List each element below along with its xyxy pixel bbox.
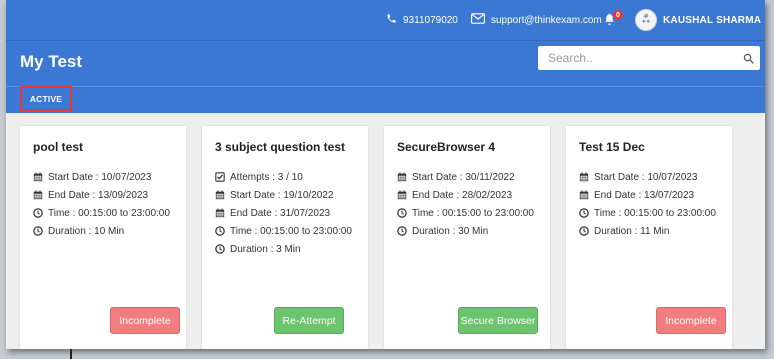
- test-card: Test 15 Dec Start Date : 10/07/2023 End Da…: [566, 126, 732, 349]
- test-detail-row: Duration : 30 Min: [397, 222, 537, 240]
- test-detail-row: End Date : 31/07/2023: [215, 204, 355, 222]
- test-detail-row: Start Date : 10/07/2023: [33, 168, 173, 186]
- page-title: My Test: [20, 52, 83, 71]
- clock-icon: [579, 208, 589, 218]
- test-card: 3 subject question test Attempts : 3 / 10…: [202, 126, 368, 349]
- phone-number: 9311079020: [403, 14, 458, 26]
- user-menu[interactable]: ॐ ✦✦ KAUSHAL SHARMA: [635, 0, 761, 40]
- test-detail-text: Time : 00:15:00 to 23:00:00: [230, 225, 352, 237]
- test-detail-text: Duration : 11 Min: [594, 225, 670, 237]
- test-title: SecureBrowser 4: [397, 140, 496, 154]
- test-card: SecureBrowser 4 Start Date : 30/11/2022 En…: [384, 126, 550, 349]
- test-detail-text: Duration : 30 Min: [412, 225, 489, 237]
- secure-browser-button[interactable]: Secure Browser: [458, 307, 538, 334]
- calendar-icon: [33, 190, 43, 200]
- re-attempt-button[interactable]: Re-Attempt: [274, 307, 344, 334]
- test-detail-row: Start Date : 19/10/2022: [215, 186, 355, 204]
- tab-bar: [6, 86, 765, 113]
- test-detail-row: End Date : 13/07/2023: [579, 186, 719, 204]
- checkbox-icon: [215, 172, 225, 182]
- test-detail-row: Time : 00:15:00 to 23:00:00: [33, 204, 173, 222]
- test-detail-text: Start Date : 10/07/2023: [594, 171, 698, 183]
- clock-icon: [33, 208, 43, 218]
- test-detail-text: Attempts : 3 / 10: [230, 171, 303, 183]
- test-detail-text: Time : 00:15:00 to 23:00:00: [412, 207, 534, 219]
- test-detail-row: Attempts : 3 / 10: [215, 168, 355, 186]
- search-input[interactable]: [538, 46, 736, 70]
- search-box[interactable]: [538, 46, 760, 70]
- incomplete-button[interactable]: Incomplete: [110, 307, 180, 334]
- notification-badge: 0: [613, 10, 623, 20]
- test-detail-text: Time : 00:15:00 to 23:00:00: [594, 207, 716, 219]
- test-detail-text: Start Date : 10/07/2023: [48, 171, 152, 183]
- app-frame: 9311079020 support@thinkexam.com 0 ॐ ✦✦ K…: [6, 0, 765, 349]
- test-title: pool test: [33, 140, 83, 154]
- calendar-icon: [397, 190, 407, 200]
- test-detail-row: Duration : 10 Min: [33, 222, 173, 240]
- envelope-icon: [471, 13, 485, 27]
- test-detail-text: End Date : 13/09/2023: [48, 189, 149, 201]
- calendar-icon: [215, 208, 225, 218]
- top-bar: 9311079020 support@thinkexam.com 0 ॐ ✦✦ K…: [6, 0, 765, 40]
- calendar-icon: [215, 190, 225, 200]
- email-contact[interactable]: support@thinkexam.com: [471, 0, 602, 40]
- clock-icon: [397, 226, 407, 236]
- test-detail-row: Start Date : 10/07/2023: [579, 168, 719, 186]
- test-detail-text: End Date : 13/07/2023: [594, 189, 695, 201]
- notifications-button[interactable]: [604, 0, 615, 40]
- incomplete-button[interactable]: Incomplete: [656, 307, 726, 334]
- test-detail-text: Time : 00:15:00 to 23:00:00: [48, 207, 170, 219]
- test-detail-text: End Date : 28/02/2023: [412, 189, 513, 201]
- test-detail-text: Duration : 10 Min: [48, 225, 125, 237]
- support-email: support@thinkexam.com: [491, 14, 602, 26]
- clock-icon: [215, 226, 225, 236]
- phone-icon: [386, 13, 397, 27]
- phone-contact[interactable]: 9311079020: [386, 0, 458, 40]
- test-title: 3 subject question test: [215, 140, 346, 154]
- test-detail-row: Time : 00:15:00 to 23:00:00: [397, 204, 537, 222]
- clock-icon: [579, 226, 589, 236]
- test-detail-row: Time : 00:15:00 to 23:00:00: [579, 204, 719, 222]
- search-icon[interactable]: [736, 53, 760, 64]
- test-title: Test 15 Dec: [579, 140, 645, 154]
- clock-icon: [33, 226, 43, 236]
- test-detail-row: Time : 00:15:00 to 23:00:00: [215, 222, 355, 240]
- clock-icon: [215, 244, 225, 254]
- avatar: ॐ ✦✦: [635, 9, 657, 31]
- test-detail-text: Start Date : 19/10/2022: [230, 189, 334, 201]
- user-name: KAUSHAL SHARMA: [663, 14, 762, 26]
- tab-active[interactable]: ACTIVE: [20, 86, 72, 111]
- calendar-icon: [579, 190, 589, 200]
- clock-icon: [397, 208, 407, 218]
- test-detail-row: End Date : 28/02/2023: [397, 186, 537, 204]
- calendar-icon: [397, 172, 407, 182]
- test-detail-row: Duration : 11 Min: [579, 222, 719, 240]
- test-card: pool test Start Date : 10/07/2023 End Date…: [20, 126, 186, 349]
- test-card-list: pool test Start Date : 10/07/2023 End Date…: [20, 126, 754, 349]
- test-detail-text: Duration : 3 Min: [230, 243, 301, 255]
- calendar-icon: [579, 172, 589, 182]
- text-cursor: [70, 349, 72, 359]
- test-detail-row: Start Date : 30/11/2022: [397, 168, 537, 186]
- test-detail-row: Duration : 3 Min: [215, 240, 355, 258]
- calendar-icon: [33, 172, 43, 182]
- test-detail-text: End Date : 31/07/2023: [230, 207, 331, 219]
- test-detail-row: End Date : 13/09/2023: [33, 186, 173, 204]
- test-detail-text: Start Date : 30/11/2022: [412, 171, 515, 183]
